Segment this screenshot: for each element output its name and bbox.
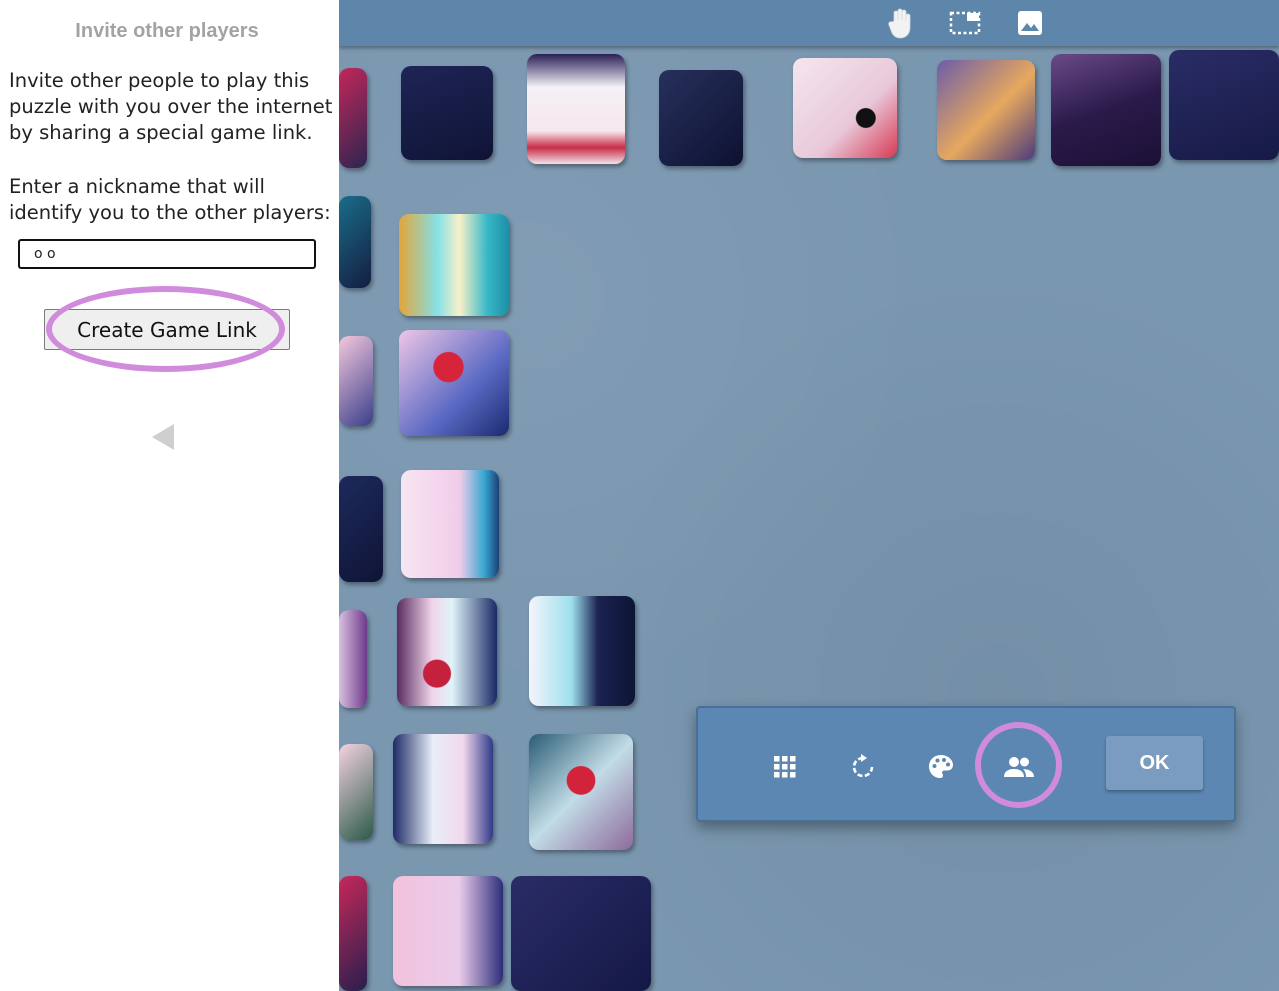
panel-title: Invite other players: [75, 20, 259, 42]
top-toolbar: [339, 0, 1279, 46]
puzzle-piece[interactable]: [1169, 50, 1279, 160]
collapse-panel-arrow-icon[interactable]: [152, 424, 174, 450]
puzzle-piece[interactable]: [393, 876, 503, 986]
puzzle-piece[interactable]: [527, 54, 625, 164]
puzzle-piece[interactable]: [401, 66, 493, 160]
puzzle-piece[interactable]: [339, 196, 371, 288]
puzzle-piece[interactable]: [339, 744, 373, 840]
puzzle-piece[interactable]: [529, 734, 633, 850]
nickname-prompt: Enter a nickname that will identify you …: [9, 175, 331, 224]
puzzle-piece[interactable]: [659, 70, 743, 166]
puzzle-piece[interactable]: [339, 610, 367, 708]
puzzle-piece[interactable]: [511, 876, 651, 991]
puzzle-piece[interactable]: [399, 330, 509, 436]
hand-icon[interactable]: [885, 6, 919, 40]
puzzle-piece[interactable]: [1051, 54, 1161, 166]
invite-panel: Invite other players Invite other people…: [0, 0, 339, 991]
nickname-input[interactable]: [18, 239, 316, 269]
puzzle-piece[interactable]: [397, 598, 497, 706]
rotate-icon[interactable]: [846, 750, 880, 784]
image-icon[interactable]: [1013, 6, 1047, 40]
palette-icon[interactable]: [924, 750, 958, 784]
puzzle-piece[interactable]: [339, 336, 373, 426]
grid-icon[interactable]: [768, 750, 802, 784]
puzzle-board[interactable]: OK: [339, 0, 1279, 991]
players-icon[interactable]: [1002, 750, 1036, 784]
puzzle-piece[interactable]: [793, 58, 897, 158]
puzzle-piece[interactable]: [529, 596, 635, 706]
ok-button[interactable]: OK: [1106, 736, 1203, 790]
puzzle-piece[interactable]: [937, 60, 1035, 160]
invite-description: Invite other people to play this puzzle …: [9, 69, 333, 144]
settings-toolbar: OK: [696, 706, 1236, 822]
puzzle-piece[interactable]: [399, 214, 509, 316]
create-game-link-button[interactable]: Create Game Link: [44, 309, 290, 350]
puzzle-piece[interactable]: [339, 476, 383, 582]
puzzle-piece[interactable]: [339, 876, 367, 991]
select-area-icon[interactable]: [948, 6, 982, 40]
puzzle-piece[interactable]: [393, 734, 493, 844]
puzzle-piece[interactable]: [339, 68, 367, 168]
puzzle-piece[interactable]: [401, 470, 499, 578]
